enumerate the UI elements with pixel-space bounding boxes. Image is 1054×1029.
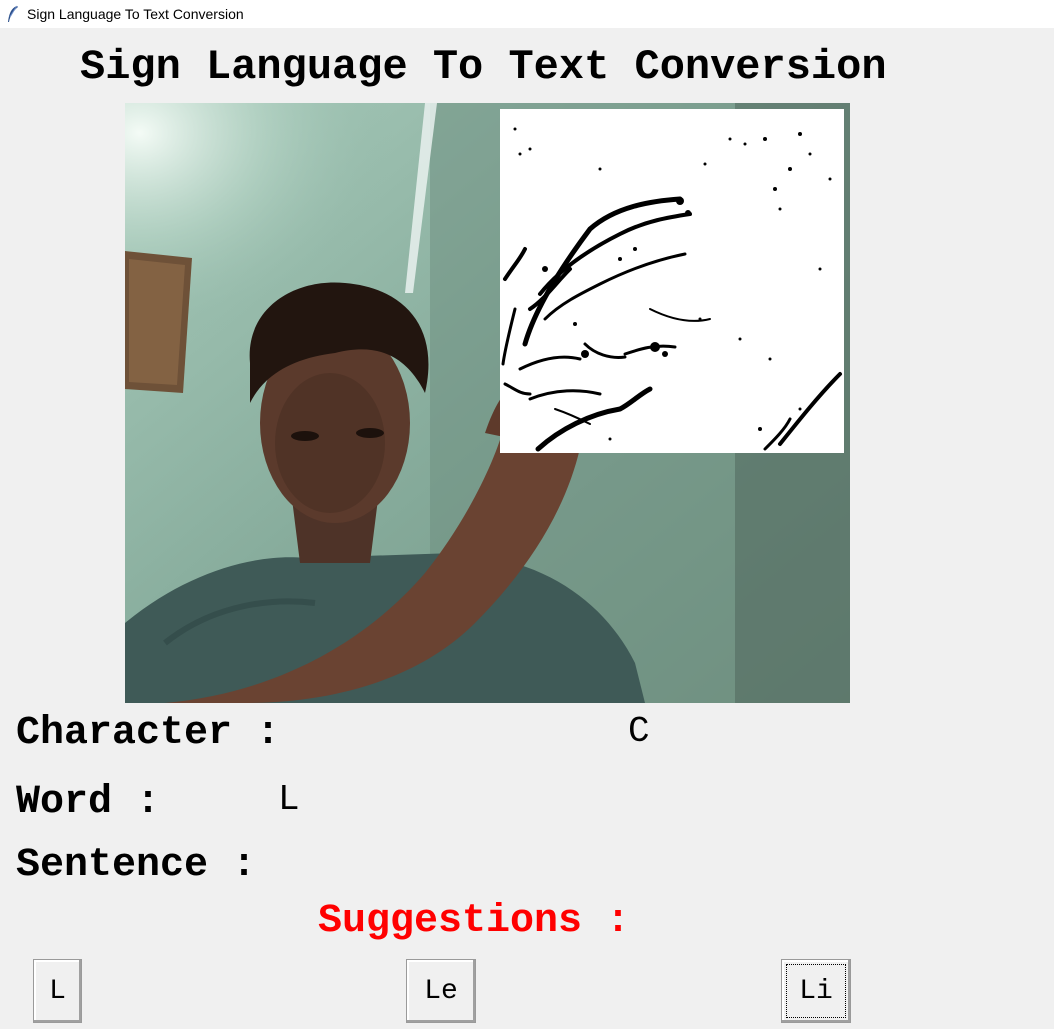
feather-icon (6, 5, 20, 23)
character-label: Character : (16, 711, 281, 756)
suggestion-button-1[interactable]: L (33, 959, 82, 1023)
window-titlebar: Sign Language To Text Conversion (0, 0, 1054, 28)
word-value: L (278, 779, 300, 820)
suggestion-button-3[interactable]: Li (781, 959, 851, 1023)
suggestions-label: Suggestions : (318, 899, 631, 944)
character-value: C (628, 711, 650, 752)
word-label: Word : (16, 780, 161, 825)
processed-hand-image (500, 109, 844, 453)
suggestion-button-2[interactable]: Le (406, 959, 476, 1023)
window-title: Sign Language To Text Conversion (27, 6, 244, 22)
page-title: Sign Language To Text Conversion (80, 43, 887, 91)
sentence-label: Sentence : (16, 843, 257, 888)
